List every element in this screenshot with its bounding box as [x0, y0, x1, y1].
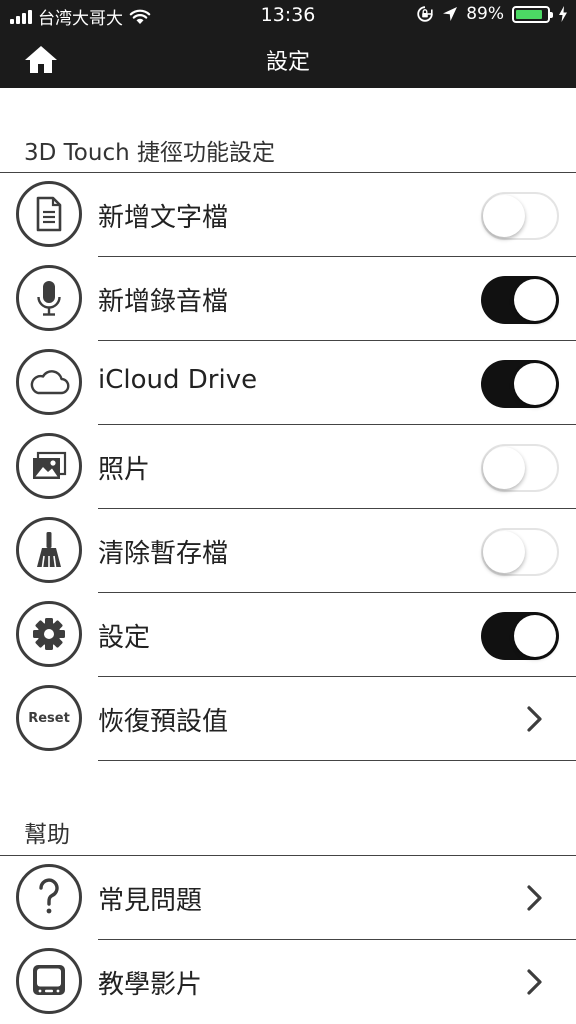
row-label: iCloud Drive [98, 365, 258, 395]
section-header-help: 幫助 [24, 822, 70, 848]
row-restore-defaults[interactable]: Reset 恢復預設值 [0, 677, 576, 761]
new-audio-file-toggle[interactable] [481, 276, 559, 324]
reset-icon-text: Reset [28, 710, 70, 726]
icloud-drive-toggle[interactable] [481, 360, 559, 408]
question-icon [16, 864, 82, 930]
row-tutorial-videos[interactable]: 教學影片 [0, 940, 576, 1024]
nav-bar: 設定 [0, 32, 576, 88]
charging-bolt-icon [559, 6, 567, 22]
chevron-right-icon[interactable] [524, 968, 546, 996]
video-tutorial-icon [16, 948, 82, 1014]
battery-icon [512, 5, 553, 23]
reset-icon: Reset [16, 685, 82, 751]
photos-icon [16, 433, 82, 499]
row-divider [98, 760, 576, 761]
toggle-knob [514, 279, 556, 321]
clear-cache-toggle[interactable] [481, 528, 559, 576]
location-arrow-icon [443, 7, 458, 21]
row-label: 教學影片 [98, 970, 203, 1000]
toggle-knob [483, 195, 525, 237]
status-right: 89% [416, 4, 568, 24]
toggle-knob [514, 363, 556, 405]
row-faq[interactable]: 常見問題 [0, 856, 576, 940]
row-photos: 照片 [0, 425, 576, 509]
row-new-text-file: 新增文字檔 [0, 173, 576, 257]
row-label: 新增文字檔 [98, 203, 229, 233]
row-new-audio-file: 新增錄音檔 [0, 257, 576, 341]
battery-level-fill [516, 9, 543, 19]
toggle-knob [514, 615, 556, 657]
photos-toggle[interactable] [481, 444, 559, 492]
row-label: 常見問題 [98, 886, 203, 916]
battery-percent: 89% [466, 4, 504, 24]
page-title: 設定 [265, 50, 310, 75]
row-settings: 設定 [0, 593, 576, 677]
settings-toggle[interactable] [481, 612, 559, 660]
row-label: 照片 [98, 455, 151, 485]
cloud-icon [16, 349, 82, 415]
settings-list: 3D Touch 捷徑功能設定 新增文字檔 新增錄音檔 iCloud Drive… [0, 88, 576, 1024]
toggle-knob [483, 531, 525, 573]
row-label: 設定 [98, 623, 151, 653]
status-bar: 台湾大哥大 13:36 89% [0, 0, 576, 32]
section-header-3d-touch: 3D Touch 捷徑功能設定 [24, 140, 275, 166]
chevron-right-icon[interactable] [524, 884, 546, 912]
row-label: 新增錄音檔 [98, 287, 229, 317]
toggle-knob [483, 447, 525, 489]
microphone-icon [16, 265, 82, 331]
row-label: 恢復預設值 [98, 707, 229, 737]
chevron-right-icon[interactable] [524, 705, 546, 733]
row-icloud-drive: iCloud Drive [0, 341, 576, 425]
row-label: 清除暫存檔 [98, 539, 229, 569]
gear-icon [16, 601, 82, 667]
orientation-lock-icon [417, 6, 433, 22]
new-text-file-toggle[interactable] [481, 192, 559, 240]
document-icon [16, 181, 82, 247]
row-clear-cache: 清除暫存檔 [0, 509, 576, 593]
broom-icon [16, 517, 82, 583]
